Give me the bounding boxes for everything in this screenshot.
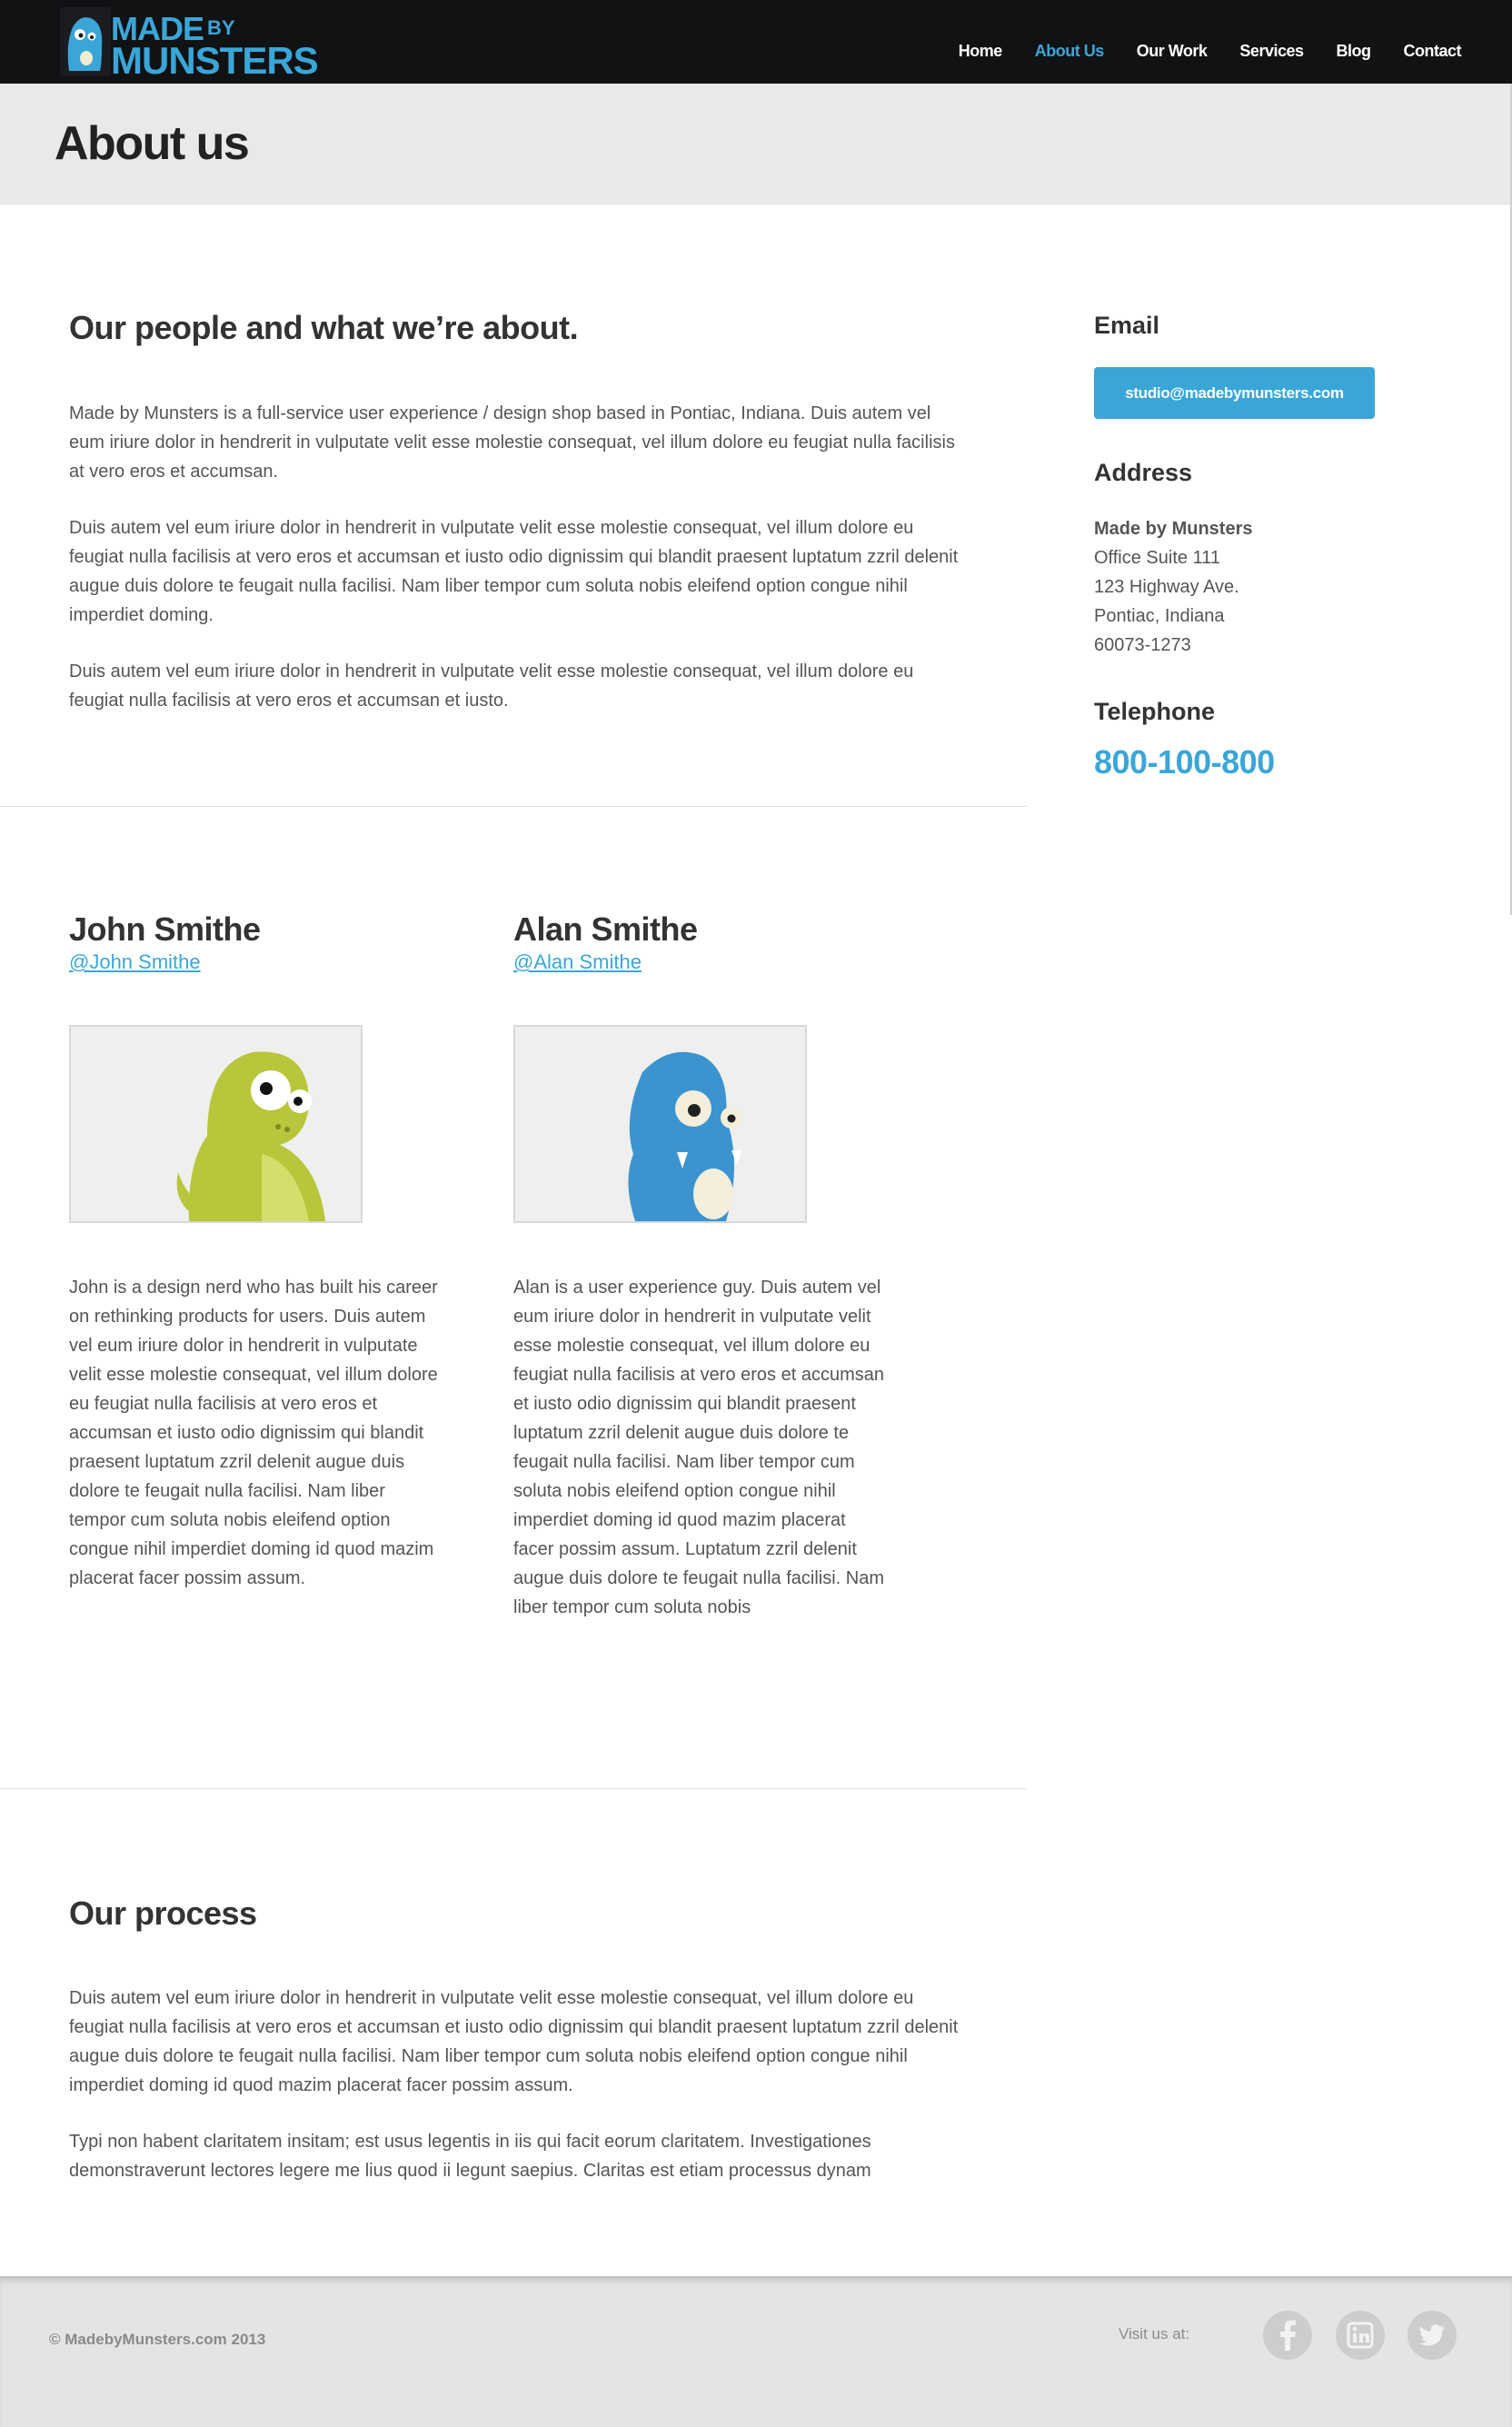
member-handle-link[interactable]: @John Smithe — [69, 950, 201, 974]
section-divider — [0, 1788, 1027, 1789]
process-paragraph-2: Typi non habent claritatem insitam; est … — [69, 2132, 871, 2181]
facebook-glyph-icon — [1280, 2320, 1296, 2351]
intro-paragraph-3: Duis autem vel eum iriure dolor in hendr… — [69, 661, 914, 711]
nav-our-work[interactable]: Our Work — [1137, 42, 1208, 61]
logo-line1-small: BY — [207, 16, 235, 39]
member-name: Alan Smithe — [513, 910, 698, 948]
address-line: Office Suite 111 — [1094, 548, 1220, 568]
process-heading: Our process — [69, 1895, 257, 1932]
telephone-number[interactable]: 800-100-800 — [1094, 743, 1275, 781]
member-handle-link[interactable]: @Alan Smithe — [513, 950, 642, 974]
logo-wordmark: MADE BY MUNSTERS — [111, 13, 319, 82]
visit-us-label: Visit us at: — [1119, 2325, 1190, 2342]
twitter-bird-icon — [1419, 2324, 1445, 2346]
main-nav: Home About Us Our Work Services Blog Con… — [959, 42, 1462, 61]
telephone-heading: Telephone — [1094, 698, 1216, 725]
member-name: John Smithe — [69, 910, 261, 948]
member-photo-alan — [513, 1025, 807, 1223]
twitter-icon[interactable] — [1408, 2311, 1457, 2360]
address-block: Made by Munsters Office Suite 111 123 Hi… — [1094, 514, 1252, 660]
nav-blog[interactable]: Blog — [1337, 42, 1372, 61]
page-title: About us — [55, 117, 250, 170]
address-line: Pontiac, Indiana — [1094, 606, 1225, 626]
intro-heading: Our people and what we’re about. — [69, 309, 579, 346]
member-bio: Alan is a user experience guy. Duis aute… — [513, 1278, 885, 1617]
linkedin-glyph-icon — [1347, 2322, 1374, 2349]
green-monster-illustration — [176, 1051, 325, 1221]
intro-paragraph-2: Duis autem vel eum iriure dolor in hendr… — [69, 518, 959, 625]
intro-paragraph-1: Made by Munsters is a full-service user … — [69, 403, 955, 482]
page-title-band: About us — [0, 84, 1512, 204]
nav-home[interactable]: Home — [959, 42, 1003, 61]
process-paragraph-1: Duis autem vel eum iriure dolor in hendr… — [69, 1988, 959, 2095]
email-heading: Email — [1094, 312, 1160, 339]
address-company: Made by Munsters — [1094, 519, 1253, 539]
nav-services[interactable]: Services — [1239, 42, 1304, 61]
email-button[interactable]: studio@madebymunsters.com — [1094, 367, 1375, 419]
address-line: 60073-1273 — [1094, 635, 1191, 655]
nav-about-us[interactable]: About Us — [1035, 42, 1105, 61]
copyright-text: © MadebyMunsters.com 2013 — [49, 2331, 266, 2348]
address-line: 123 Highway Ave. — [1094, 577, 1239, 597]
site-footer: © MadebyMunsters.com 2013 Visit us at: — [0, 2276, 1512, 2427]
site-header: MADE BY MUNSTERS Home About Us Our Work S… — [0, 0, 1512, 84]
nav-contact[interactable]: Contact — [1404, 42, 1462, 61]
member-bio: John is a design nerd who has built his … — [69, 1278, 438, 1588]
address-heading: Address — [1094, 459, 1193, 486]
facebook-icon[interactable] — [1263, 2311, 1312, 2360]
site-logo[interactable]: MADE BY MUNSTERS — [60, 7, 319, 80]
linkedin-icon[interactable] — [1336, 2311, 1385, 2360]
section-divider — [0, 806, 1027, 807]
logo-line2: MUNSTERS — [111, 39, 319, 82]
blue-monster-illustration — [628, 1051, 742, 1221]
member-photo-john — [69, 1025, 363, 1223]
monster-logo-icon — [60, 7, 111, 76]
